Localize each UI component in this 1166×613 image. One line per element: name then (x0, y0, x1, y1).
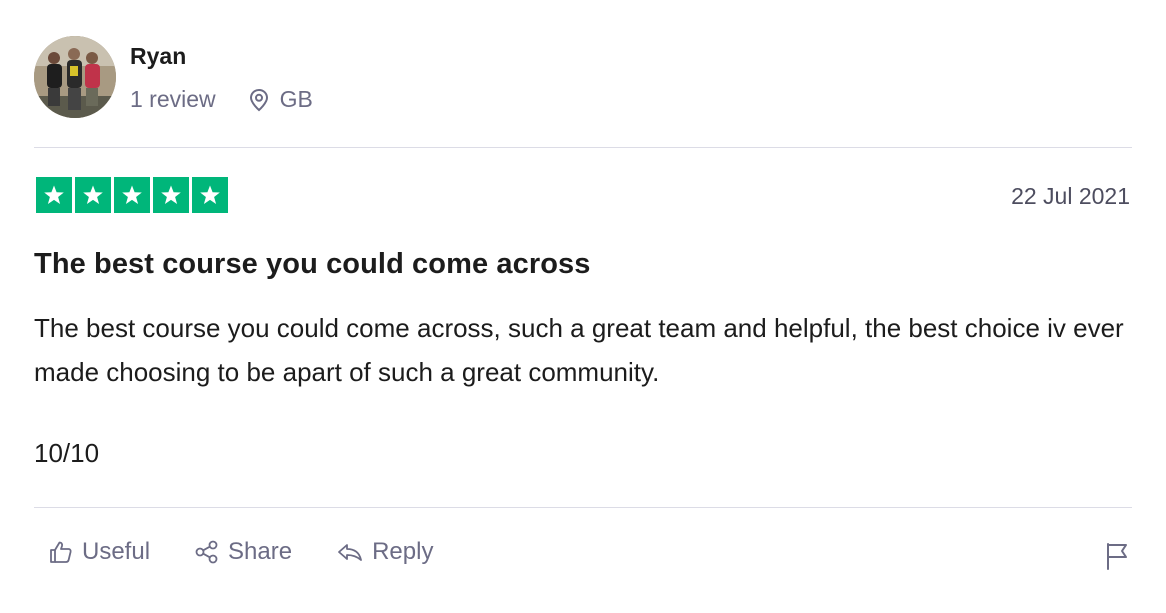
share-label: Share (228, 538, 293, 565)
reply-icon (338, 544, 362, 561)
review-date: 22 Jul 2021 (1011, 183, 1130, 209)
share-icon (195, 540, 218, 564)
reply-button[interactable]: Reply (336, 538, 433, 566)
review-score-text: 10/10 (34, 438, 100, 468)
reviewer-meta: 1 review GB (130, 86, 313, 113)
reply-label: Reply (372, 538, 434, 565)
review-title[interactable]: The best course you could come across (34, 248, 590, 281)
useful-button[interactable]: Useful (48, 538, 150, 566)
reviewer-info: Ryan 1 review GB (130, 36, 313, 113)
star-icon (75, 177, 111, 213)
useful-label: Useful (82, 538, 151, 565)
review-count[interactable]: 1 review (130, 86, 216, 113)
report-flag-button[interactable] (1104, 541, 1130, 576)
share-button[interactable]: Share (194, 538, 292, 566)
reviewer-location: GB (248, 86, 313, 113)
star-icon (114, 177, 150, 213)
star-icon (36, 177, 72, 213)
reviewer-country: GB (279, 86, 313, 112)
avatar[interactable] (34, 36, 116, 118)
star-icon (192, 177, 228, 213)
reviewer-name[interactable]: Ryan (130, 42, 313, 70)
review-body: The best course you could come across, s… (34, 313, 1124, 387)
review-card: Ryan 1 review GB 22 Jul 2021 The best co… (0, 0, 1166, 613)
header-divider (34, 147, 1132, 148)
location-pin-icon (249, 88, 268, 111)
star-rating (36, 177, 228, 213)
review-actions: Useful Share Reply (48, 538, 477, 566)
star-icon (153, 177, 189, 213)
flag-icon (1107, 543, 1127, 570)
thumbs-up-icon (50, 541, 72, 563)
footer-divider (34, 507, 1132, 508)
reviewer-header: Ryan 1 review GB (34, 36, 313, 118)
